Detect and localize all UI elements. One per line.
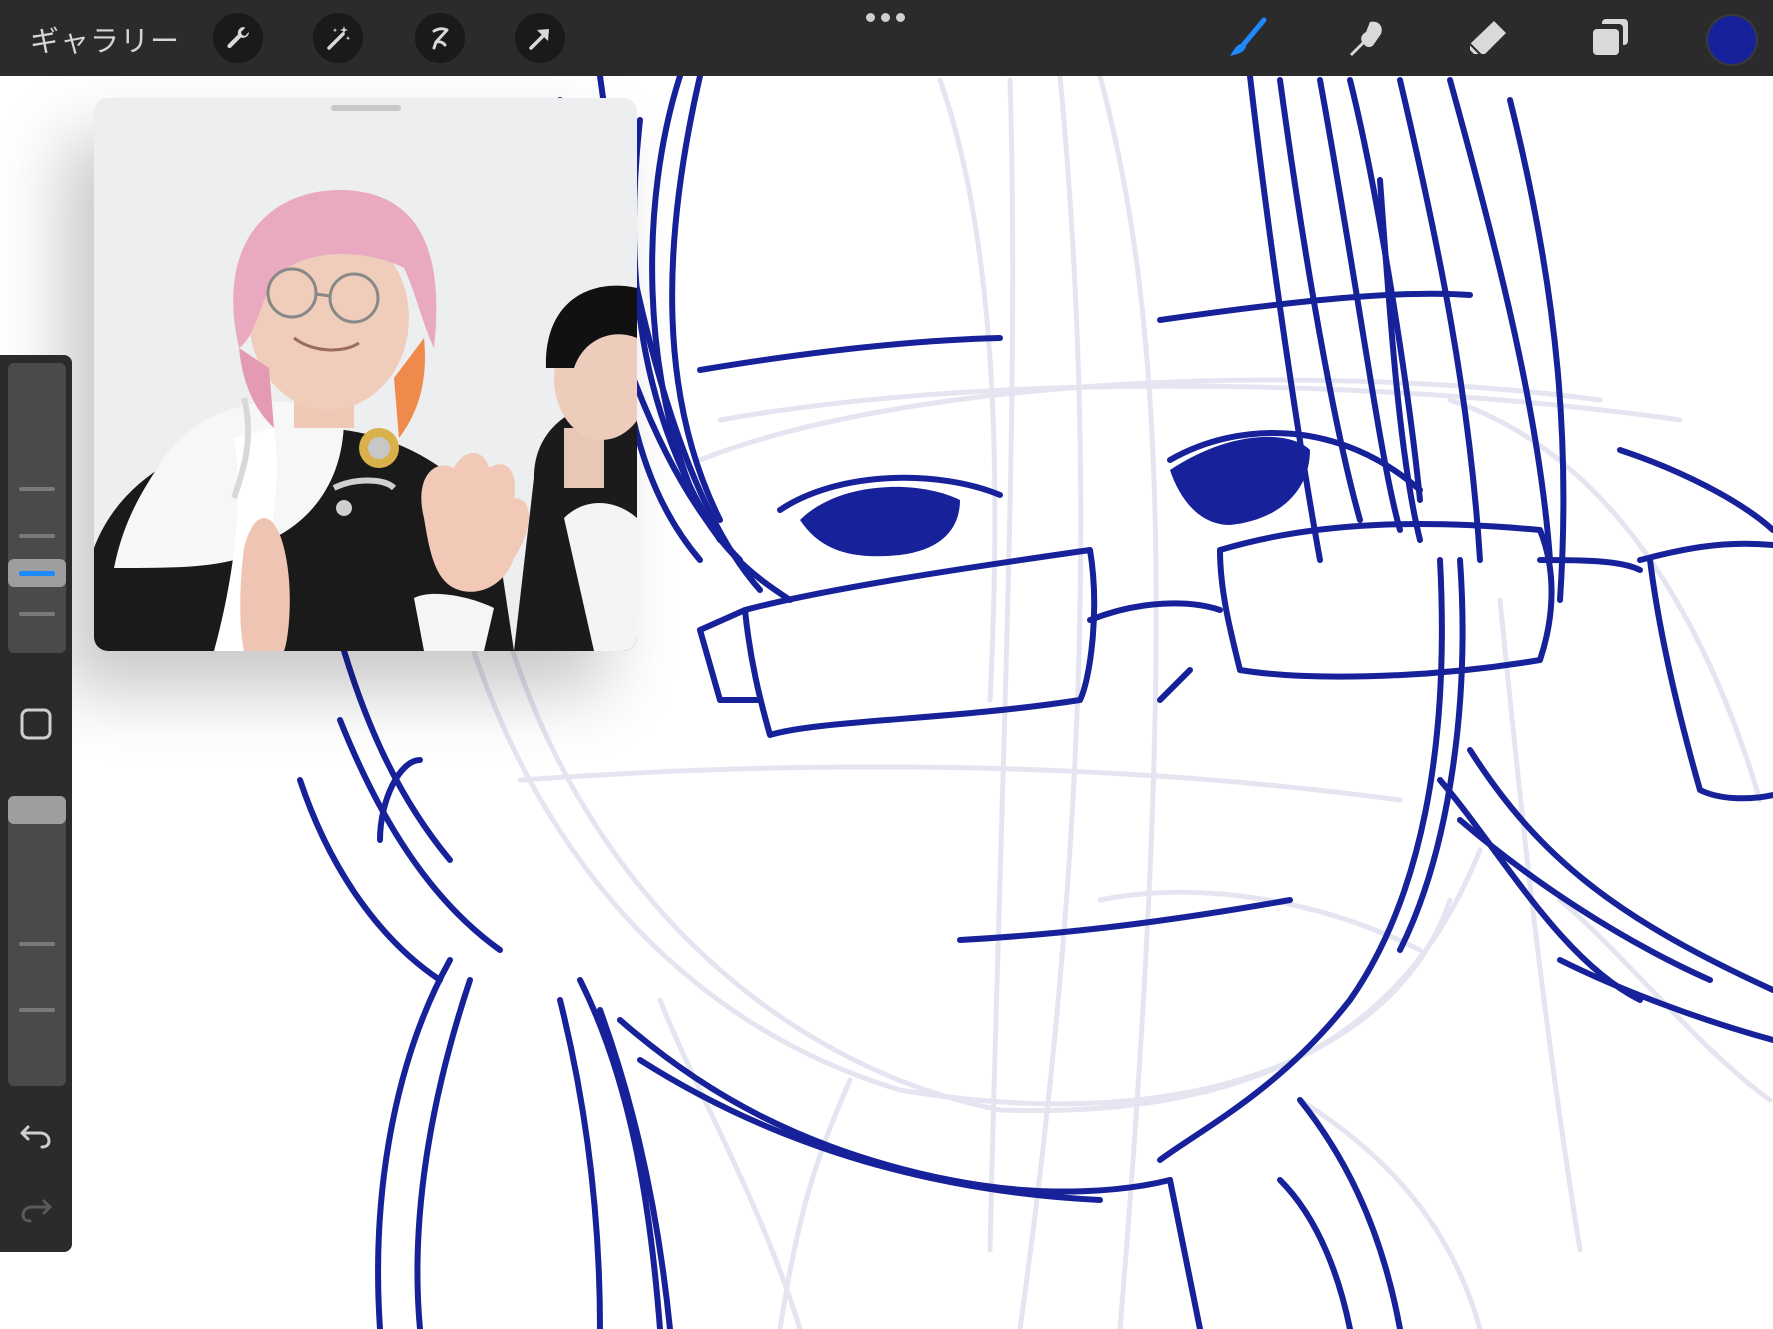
smudge-icon[interactable] xyxy=(1342,12,1394,64)
undo-icon[interactable] xyxy=(12,1111,60,1159)
gallery-button[interactable]: ギャラリー xyxy=(30,18,180,60)
square-icon[interactable] xyxy=(12,700,60,748)
eraser-icon[interactable] xyxy=(1462,12,1514,64)
opacity-thumb[interactable] xyxy=(8,796,66,824)
top-toolbar: ギャラリー xyxy=(0,0,1773,76)
brush-icon[interactable] xyxy=(1222,12,1274,64)
reference-photo xyxy=(94,98,637,651)
opacity-slider[interactable] xyxy=(8,796,66,1086)
redo-icon[interactable] xyxy=(12,1185,60,1233)
reference-window-handle[interactable] xyxy=(331,105,401,111)
left-sidebar xyxy=(0,355,72,1252)
magic-wand-icon[interactable] xyxy=(313,13,363,63)
color-picker-button[interactable] xyxy=(1706,14,1758,66)
brush-size-slider[interactable] xyxy=(8,363,66,653)
transform-arrow-icon[interactable] xyxy=(515,13,565,63)
reference-window[interactable] xyxy=(94,98,637,651)
layers-icon[interactable] xyxy=(1584,12,1636,64)
selection-icon[interactable] xyxy=(415,13,465,63)
wrench-icon[interactable] xyxy=(213,13,263,63)
more-options-icon[interactable] xyxy=(866,13,906,23)
brush-size-thumb[interactable] xyxy=(8,559,66,587)
